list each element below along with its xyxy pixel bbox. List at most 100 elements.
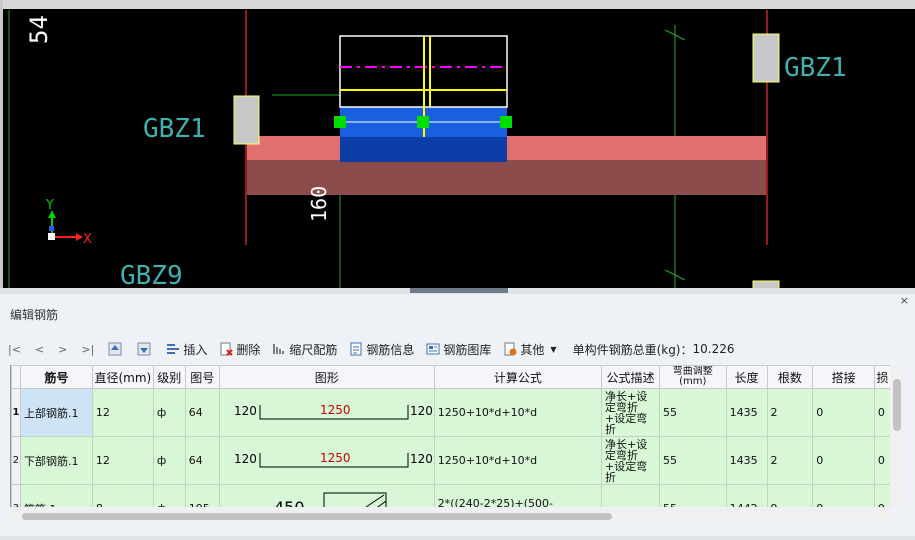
- cell-formula[interactable]: 1250+10*d+10*d: [433, 436, 603, 485]
- header-shape[interactable]: 图形: [218, 365, 435, 389]
- nav-last-button[interactable]: >|: [81, 343, 94, 356]
- toolbar: |< < > >| 插入 删除 缩尺配筋 钢筋信息 钢筋图库 其他 ▼ 单构件钢…: [8, 338, 908, 360]
- cell-desc[interactable]: 净长+设定弯折+设定弯折: [601, 388, 660, 437]
- document-icon: [350, 342, 362, 356]
- cell-shape[interactable]: 120 1250 120: [218, 436, 435, 485]
- cell-lap[interactable]: 0: [812, 484, 875, 507]
- total-weight-value: 10.226: [692, 342, 735, 356]
- cell-bend[interactable]: 55: [658, 484, 727, 507]
- table-row[interactable]: 1 上部钢筋.1 12 ф 64 120 1250 120 1250+10*d+…: [11, 388, 891, 437]
- horizontal-scrollbar[interactable]: [10, 510, 890, 522]
- grip-mid[interactable]: [417, 116, 429, 128]
- cad-viewport[interactable]: GBZ1 GBZ1 GBZ9 160 54 X Y: [0, 0, 915, 290]
- header-desc[interactable]: 公式描述: [601, 365, 660, 389]
- row-index: 2: [11, 436, 21, 485]
- cell-diameter[interactable]: 8: [91, 484, 154, 507]
- cell-desc[interactable]: [601, 484, 660, 507]
- header-figno[interactable]: 图号: [184, 365, 220, 389]
- header-bend[interactable]: 弯曲调整(mm): [658, 365, 727, 389]
- cell-count[interactable]: 9: [766, 484, 814, 507]
- grip-left[interactable]: [334, 116, 346, 128]
- cell-grade[interactable]: ф: [152, 388, 186, 437]
- vertical-scroll-thumb[interactable]: [893, 379, 901, 431]
- horizontal-scroll-thumb[interactable]: [22, 513, 612, 520]
- column-gbz1-left: [233, 95, 260, 145]
- axis-x-label: X: [83, 232, 92, 247]
- splitter-grip[interactable]: [410, 288, 508, 293]
- cell-length[interactable]: 1442: [725, 484, 768, 507]
- scale-rebar-button[interactable]: 缩尺配筋: [272, 341, 337, 358]
- library-icon: [426, 343, 440, 355]
- cell-grade[interactable]: ф: [152, 436, 186, 485]
- cell-figno[interactable]: 64: [184, 436, 220, 485]
- label-gbz1-right: GBZ1: [784, 53, 847, 83]
- cell-formula[interactable]: 2*((240-2*25)+(500-2*25))+2*(13.57*d): [433, 484, 603, 507]
- cell-more[interactable]: 0: [873, 388, 891, 437]
- cell-count[interactable]: 2: [766, 436, 814, 485]
- cell-name[interactable]: 上部钢筋.1: [19, 388, 93, 437]
- move-down-button[interactable]: [137, 342, 154, 356]
- cell-bend[interactable]: 55: [658, 436, 727, 485]
- cell-bend[interactable]: 55: [658, 388, 727, 437]
- label-dim-160: 160: [307, 186, 331, 222]
- header-formula[interactable]: 计算公式: [433, 365, 603, 389]
- total-weight-label: 单构件钢筋总重(kg)：: [572, 342, 693, 357]
- rebar-library-label: 钢筋图库: [443, 342, 492, 357]
- delete-label: 删除: [236, 342, 261, 357]
- nav-first-button[interactable]: |<: [8, 343, 21, 356]
- shape-left-length: 120: [234, 404, 257, 418]
- other-dropdown[interactable]: 其他 ▼: [503, 341, 557, 358]
- axis-x-arrow: [76, 233, 83, 241]
- move-down-icon: [137, 342, 151, 356]
- cell-shape[interactable]: 450 190: [218, 484, 435, 507]
- header-name[interactable]: 筋号: [19, 365, 93, 389]
- cad-drawing[interactable]: GBZ1 GBZ1 GBZ9 160 54 X Y: [0, 0, 915, 290]
- cell-diameter[interactable]: 12: [91, 436, 154, 485]
- insert-icon: [167, 344, 180, 354]
- rebar-block-dark: [340, 137, 507, 162]
- table-row[interactable]: 2 下部钢筋.1 12 ф 64 120 1250 120 1250+10*d+…: [11, 436, 891, 485]
- cell-formula[interactable]: 1250+10*d+10*d: [433, 388, 603, 437]
- cell-more[interactable]: 0: [873, 436, 891, 485]
- cell-lap[interactable]: 0: [812, 388, 875, 437]
- header-diameter[interactable]: 直径(mm): [91, 365, 154, 389]
- cell-length[interactable]: 1435: [725, 436, 768, 485]
- header-count[interactable]: 根数: [766, 365, 814, 389]
- header-lap[interactable]: 搭接: [812, 365, 875, 389]
- shape-right-length: 120: [410, 404, 433, 418]
- cell-lap[interactable]: 0: [812, 436, 875, 485]
- table-row[interactable]: 3 箍筋.1 8 ф 195 450 190 2*((240-2*25)+(50…: [11, 484, 891, 507]
- rebar-info-button[interactable]: 钢筋信息: [349, 341, 414, 358]
- scale-rebar-icon: [273, 344, 285, 354]
- rebar-library-button[interactable]: 钢筋图库: [426, 341, 491, 358]
- insert-label: 插入: [183, 342, 208, 357]
- rebar-table: 筋号 直径(mm) 级别 图号 图形 计算公式 公式描述 弯曲调整(mm) 长度…: [11, 365, 891, 507]
- move-up-button[interactable]: [108, 342, 125, 356]
- cell-figno[interactable]: 64: [184, 388, 220, 437]
- cell-name[interactable]: 下部钢筋.1: [19, 436, 93, 485]
- cell-grade[interactable]: ф: [152, 484, 186, 507]
- delete-button[interactable]: 删除: [219, 341, 260, 358]
- cell-length[interactable]: 1435: [725, 388, 768, 437]
- row-index: 1: [11, 388, 21, 437]
- nav-prev-button[interactable]: <: [35, 343, 44, 356]
- close-icon[interactable]: ×: [900, 294, 909, 307]
- cell-name[interactable]: 箍筋.1: [19, 484, 93, 507]
- cell-figno[interactable]: 195: [184, 484, 220, 507]
- cell-count[interactable]: 2: [766, 388, 814, 437]
- cell-more[interactable]: 0: [873, 484, 891, 507]
- header-grade[interactable]: 级别: [152, 365, 186, 389]
- insert-button[interactable]: 插入: [166, 341, 207, 358]
- header-more[interactable]: 损: [873, 365, 891, 389]
- shape-mid-length: 1250: [320, 451, 351, 465]
- cell-diameter[interactable]: 12: [91, 388, 154, 437]
- nav-next-button[interactable]: >: [58, 343, 67, 356]
- cell-shape[interactable]: 120 1250 120: [218, 388, 435, 437]
- label-dim-54: 54: [25, 15, 53, 44]
- shape-mid-length: 1250: [320, 403, 351, 417]
- header-length[interactable]: 长度: [725, 365, 768, 389]
- rebar-info-label: 钢筋信息: [366, 342, 415, 357]
- vertical-scrollbar[interactable]: [890, 365, 904, 507]
- grip-right[interactable]: [500, 116, 512, 128]
- cell-desc[interactable]: 净长+设定弯折+设定弯折: [601, 436, 660, 485]
